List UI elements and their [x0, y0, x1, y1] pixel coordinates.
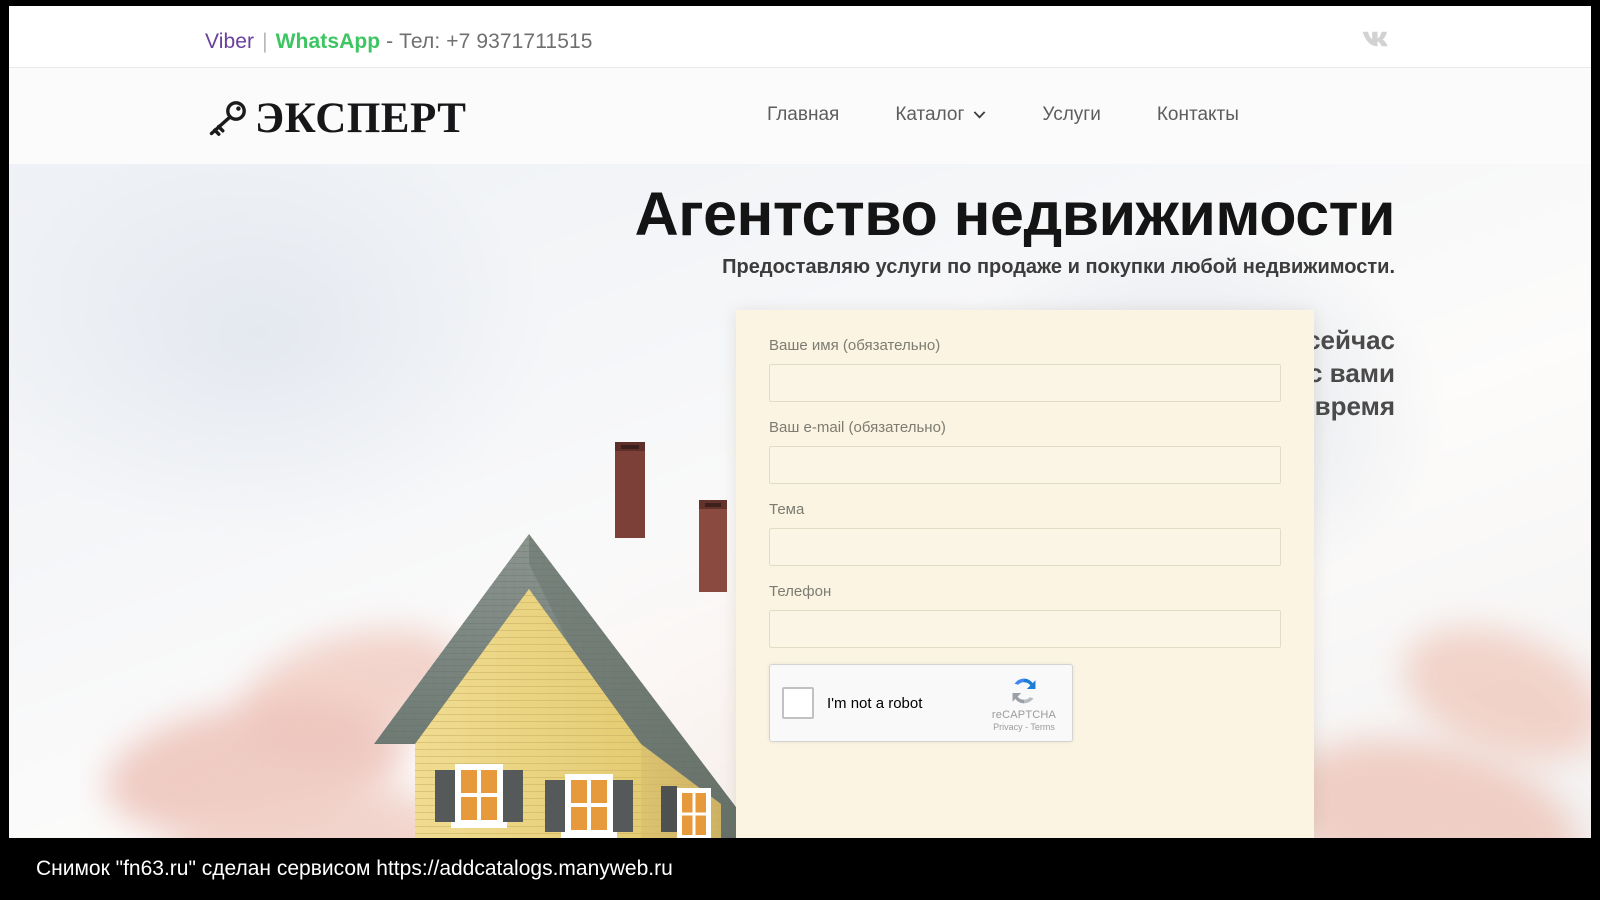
email-input[interactable] — [769, 446, 1281, 484]
phone-input[interactable] — [769, 610, 1281, 648]
nav-label: Услуги — [1042, 104, 1101, 125]
nav-item-home[interactable]: Главная — [739, 104, 867, 126]
key-icon — [205, 100, 249, 136]
logo-text: ЭКСПЕРТ — [255, 94, 467, 142]
site-header: ЭКСПЕРТ Главная Каталог Услуги Контакты — [9, 68, 1591, 191]
nav-item-services[interactable]: Услуги — [1014, 104, 1128, 126]
top-contact-bar: Viber | WhatsApp - Тел: +7 9371711515 — [9, 6, 1591, 68]
model-house-image — [369, 414, 789, 838]
nav-item-contacts[interactable]: Контакты — [1129, 104, 1267, 126]
field-email: Ваш e-mail (обязательно) — [769, 418, 1281, 484]
whatsapp-link[interactable]: WhatsApp — [276, 30, 381, 53]
recaptcha-widget[interactable]: I'm not a robot reCAPTCHA Privacy - Term… — [769, 664, 1073, 742]
subject-input[interactable] — [769, 528, 1281, 566]
page-subtitle: Предоставляю услуги по продаже и покупки… — [722, 256, 1395, 278]
chevron-down-icon — [973, 110, 986, 120]
nav-label: Каталог — [895, 104, 965, 125]
webpage: Viber | WhatsApp - Тел: +7 9371711515 ЭК… — [9, 6, 1591, 838]
field-subject: Тема — [769, 500, 1281, 566]
chimney — [699, 500, 727, 592]
field-phone: Телефон — [769, 582, 1281, 648]
chimney — [615, 442, 645, 538]
recaptcha-branding: reCAPTCHA Privacy - Terms — [986, 674, 1062, 732]
watermark-bar: Снимок "fn63.ru" сделан сервисом https:/… — [0, 838, 1600, 900]
contact-line: Viber | WhatsApp - Тел: +7 9371711515 — [205, 30, 593, 54]
recaptcha-icon — [1007, 674, 1041, 708]
recaptcha-links[interactable]: Privacy - Terms — [986, 722, 1062, 732]
field-label: Ваше имя (обязательно) — [769, 337, 941, 354]
field-label: Телефон — [769, 583, 832, 600]
vk-icon[interactable] — [1359, 28, 1395, 50]
name-input[interactable] — [769, 364, 1281, 402]
contact-form: Ваше имя (обязательно) Ваш e-mail (обяза… — [736, 310, 1314, 838]
nav-item-catalog[interactable]: Каталог — [867, 104, 1014, 126]
recaptcha-checkbox[interactable] — [782, 687, 814, 719]
field-label: Тема — [769, 501, 805, 518]
hero-section: Агентство недвижимости Предоставляю услу… — [9, 164, 1591, 838]
nav-label: Главная — [767, 104, 840, 125]
field-name: Ваше имя (обязательно) — [769, 336, 1281, 402]
recaptcha-label: I'm not a robot — [827, 694, 923, 712]
main-navigation: Главная Каталог Услуги Контакты — [739, 104, 1267, 126]
viber-link[interactable]: Viber — [205, 30, 254, 53]
phone-number[interactable]: - Тел: +7 9371711515 — [386, 30, 592, 53]
site-logo[interactable]: ЭКСПЕРТ — [205, 94, 466, 142]
screenshot-frame: Viber | WhatsApp - Тел: +7 9371711515 ЭК… — [0, 0, 1600, 900]
contact-separator: | — [262, 30, 268, 53]
nav-label: Контакты — [1156, 104, 1239, 125]
page-title: Агентство недвижимости — [634, 180, 1396, 248]
recaptcha-brand-text: reCAPTCHA — [991, 709, 1057, 721]
field-label: Ваш e-mail (обязательно) — [769, 419, 946, 436]
